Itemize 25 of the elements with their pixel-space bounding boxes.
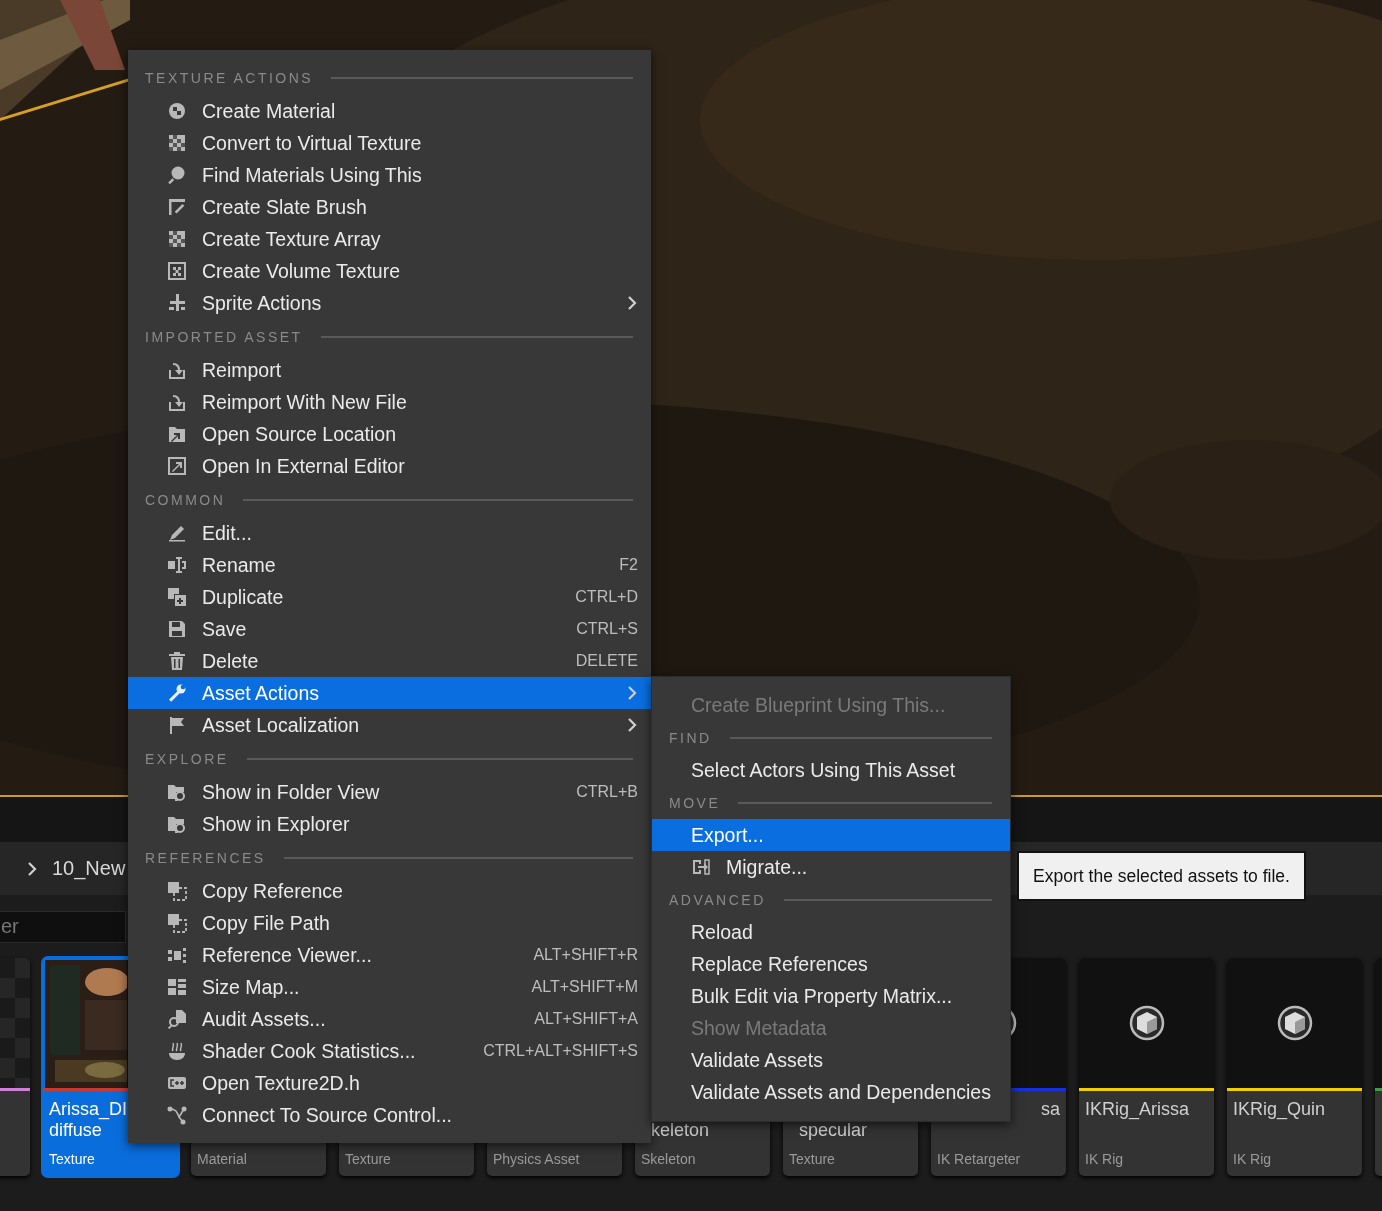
tooltip: Export the selected assets to file.	[1017, 851, 1306, 901]
asset-name: sa	[1041, 1099, 1060, 1120]
asset-type: Physics Asset	[493, 1151, 580, 1167]
asset-name: IKRig_Arissa	[1085, 1099, 1191, 1120]
asset-type: Skeleton	[641, 1151, 696, 1167]
section-header: EXPLORE	[145, 750, 229, 767]
section-header: TEXTURE ACTIONS	[145, 69, 314, 86]
asset-type: Texture	[345, 1151, 391, 1167]
asset-type: IK Retargeter	[937, 1151, 1021, 1167]
section-header: REFERENCES	[145, 849, 266, 866]
asset-type: Material	[197, 1151, 247, 1167]
section-header: FIND	[669, 729, 712, 746]
section-header: IMPORTED ASSET	[145, 328, 303, 345]
asset-name: keleton	[651, 1120, 711, 1141]
asset-type: Texture	[789, 1151, 835, 1167]
asset-type: IK Rig	[1233, 1151, 1272, 1167]
section-header: MOVE	[669, 794, 721, 811]
section-header: ADVANCED	[669, 891, 766, 908]
asset-name: Arissa_DI	[49, 1099, 129, 1120]
asset-name: IKRig_Quin	[1233, 1099, 1327, 1120]
asset-type: Texture	[49, 1151, 95, 1167]
section-header: COMMON	[145, 491, 226, 508]
asset-type: IK Rig	[1085, 1151, 1124, 1167]
asset-name: diffuse	[49, 1120, 103, 1141]
asset-name: specular	[799, 1120, 869, 1141]
